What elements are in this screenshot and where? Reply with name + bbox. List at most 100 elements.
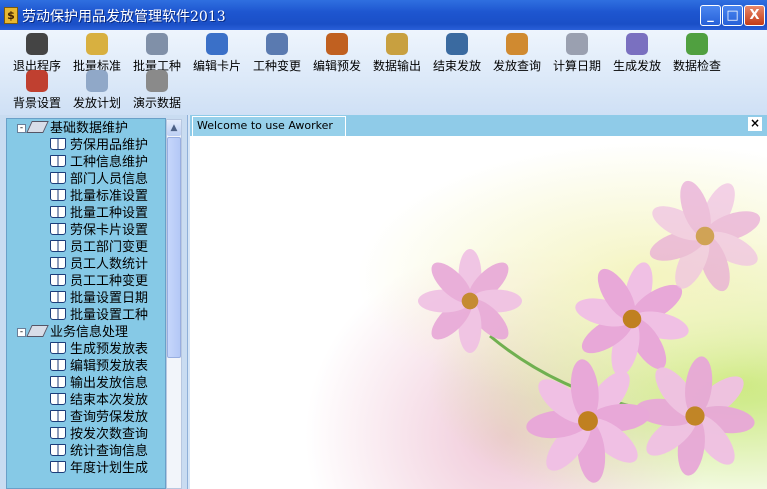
tree-item[interactable]: 统计查询信息 xyxy=(50,443,148,460)
tree-item[interactable]: 批量设置工种 xyxy=(50,307,148,324)
users-icon xyxy=(326,33,348,55)
tree-item[interactable]: 劳保用品维护 xyxy=(50,137,148,154)
tree-item[interactable]: 查询劳保发放 xyxy=(50,409,148,426)
maximize-button[interactable]: □ xyxy=(722,5,743,26)
flower-center xyxy=(578,411,598,431)
jar-icon xyxy=(446,33,468,55)
tree-item[interactable]: 批量标准设置 xyxy=(50,188,148,205)
tree-item-label: 结束本次发放 xyxy=(70,393,149,408)
toolbar-button-label: 编辑卡片 xyxy=(192,59,241,73)
toolbar-button-label: 发放计划 xyxy=(72,96,121,110)
tree-item[interactable]: 输出发放信息 xyxy=(50,375,148,392)
tree-item[interactable]: 批量设置日期 xyxy=(50,290,148,307)
toolbar-button-label: 数据输出 xyxy=(372,59,421,73)
toolbar-button-11[interactable]: 生成发放 xyxy=(607,33,667,74)
folder-arrow-icon xyxy=(86,33,108,55)
tree-item-label: 输出发放信息 xyxy=(70,376,149,391)
title-bar: $ 劳动保护用品发放管理软件2013 _ □ X xyxy=(0,0,767,30)
toolbar-button-6[interactable]: 编辑预发 xyxy=(307,33,367,74)
close-button[interactable]: X xyxy=(744,5,765,26)
toolbar-button-label: 演示数据 xyxy=(132,96,181,110)
toolbar-button-8[interactable]: 结束发放 xyxy=(427,33,487,74)
minimize-button[interactable]: _ xyxy=(700,5,721,26)
tree-item[interactable]: 员工人数统计 xyxy=(50,256,148,273)
toolbar-button-1[interactable]: 退出程序 xyxy=(7,33,67,74)
tree-item[interactable]: 生成预发放表 xyxy=(50,341,148,358)
nav-tree: 基础数据维护 - 劳保用品维护 工种信息维护 部门人员信息 批量标准设置 批量工种设置 劳保卡… xyxy=(6,118,166,489)
toolbar: 退出程序 批量标准 批量工种 编辑卡片 工种变更 编辑预发 数据输出 结束发放 发放查询 计算日期… xyxy=(0,30,767,115)
toolbar-button-13[interactable]: 背景设置 xyxy=(7,70,67,111)
toolbar-button-2[interactable]: 批量标准 xyxy=(67,33,127,74)
toolbar-button-label: 计算日期 xyxy=(552,59,601,73)
book-icon xyxy=(50,172,66,184)
toolbar-button-15[interactable]: 演示数据 xyxy=(127,70,187,111)
tab-bar: Welcome to use Aworker × xyxy=(190,115,767,136)
tab-welcome[interactable]: Welcome to use Aworker xyxy=(192,116,346,136)
book-stack-icon xyxy=(26,325,49,337)
app-icon: $ xyxy=(4,7,18,24)
collapse-toggle[interactable]: - xyxy=(17,328,26,337)
tree-item[interactable]: 按发次数查询 xyxy=(50,426,148,443)
tree-item[interactable]: 工种信息维护 xyxy=(50,154,148,171)
toolbar-button-9[interactable]: 发放查询 xyxy=(487,33,547,74)
collapse-toggle[interactable]: - xyxy=(17,124,26,133)
tree-item[interactable]: 部门人员信息 xyxy=(50,171,148,188)
tree-item[interactable]: 劳保卡片设置 xyxy=(50,222,148,239)
content-area: Welcome to use Aworker × xyxy=(190,115,767,489)
flower xyxy=(418,249,522,353)
navigation-panel: 基础数据维护 - 劳保用品维护 工种信息维护 部门人员信息 批量标准设置 批量工种设置 劳保卡… xyxy=(0,115,188,489)
tab-close-button[interactable]: × xyxy=(748,117,762,131)
tree-group[interactable]: 业务信息处理 xyxy=(26,324,129,341)
tree-item-label: 劳保卡片设置 xyxy=(70,223,149,238)
tree-item-label: 批量标准设置 xyxy=(70,189,149,204)
book-icon xyxy=(50,240,66,252)
tree-item-label: 部门人员信息 xyxy=(70,172,149,187)
book-icon xyxy=(50,257,66,269)
scroll-thumb[interactable] xyxy=(167,137,181,358)
flower xyxy=(526,359,650,483)
flower-center xyxy=(685,406,705,426)
tree-item[interactable]: 结束本次发放 xyxy=(50,392,148,409)
flower xyxy=(575,262,689,376)
toolbar-button-3[interactable]: 批量工种 xyxy=(127,33,187,74)
tree-item-label: 批量工种设置 xyxy=(70,206,149,221)
tree-item[interactable]: 编辑预发放表 xyxy=(50,358,148,375)
tree-item-label: 批量设置工种 xyxy=(70,308,149,323)
tree-item-label: 查询劳保发放 xyxy=(70,410,149,425)
toolbar-button-10[interactable]: 计算日期 xyxy=(547,33,607,74)
play-icon xyxy=(626,33,648,55)
toolbar-button-5[interactable]: 工种变更 xyxy=(247,33,307,74)
tree-item[interactable]: 员工部门变更 xyxy=(50,239,148,256)
toolbar-button-label: 背景设置 xyxy=(12,96,61,110)
flower xyxy=(649,180,761,292)
book-icon xyxy=(50,461,66,473)
toolbar-button-12[interactable]: 数据检查 xyxy=(667,33,727,74)
toolbar-button-14[interactable]: 发放计划 xyxy=(67,70,127,111)
toolbar-button-label: 编辑预发 xyxy=(312,59,361,73)
tree-item[interactable]: 批量工种设置 xyxy=(50,205,148,222)
book-icon xyxy=(50,376,66,388)
document-pen-icon xyxy=(146,33,168,55)
book-icon xyxy=(50,223,66,235)
tree-group[interactable]: 基础数据维护 xyxy=(26,120,128,137)
tree-item[interactable]: 员工工种变更 xyxy=(50,273,148,290)
tree-item-label: 统计查询信息 xyxy=(70,444,149,459)
scroll-up-button[interactable]: ▲ xyxy=(167,120,181,136)
toolbar-button-4[interactable]: 编辑卡片 xyxy=(187,33,247,74)
book-icon xyxy=(50,427,66,439)
tree-item[interactable]: 年度计划生成 xyxy=(50,460,148,477)
tree-scrollbar[interactable]: ▲ xyxy=(166,119,182,489)
tree-group-label: 业务信息处理 xyxy=(50,325,129,340)
book-icon xyxy=(50,274,66,286)
book-icon xyxy=(50,138,66,150)
document-icon xyxy=(566,33,588,55)
wrench-icon xyxy=(26,70,48,92)
book-icon xyxy=(50,444,66,456)
book-icon xyxy=(50,189,66,201)
clipboard-icon xyxy=(386,33,408,55)
toolbar-button-7[interactable]: 数据输出 xyxy=(367,33,427,74)
book-icon xyxy=(50,308,66,320)
flower-center xyxy=(461,292,479,310)
tree-item-label: 按发次数查询 xyxy=(70,427,149,442)
tree-item-label: 员工部门变更 xyxy=(70,240,149,255)
